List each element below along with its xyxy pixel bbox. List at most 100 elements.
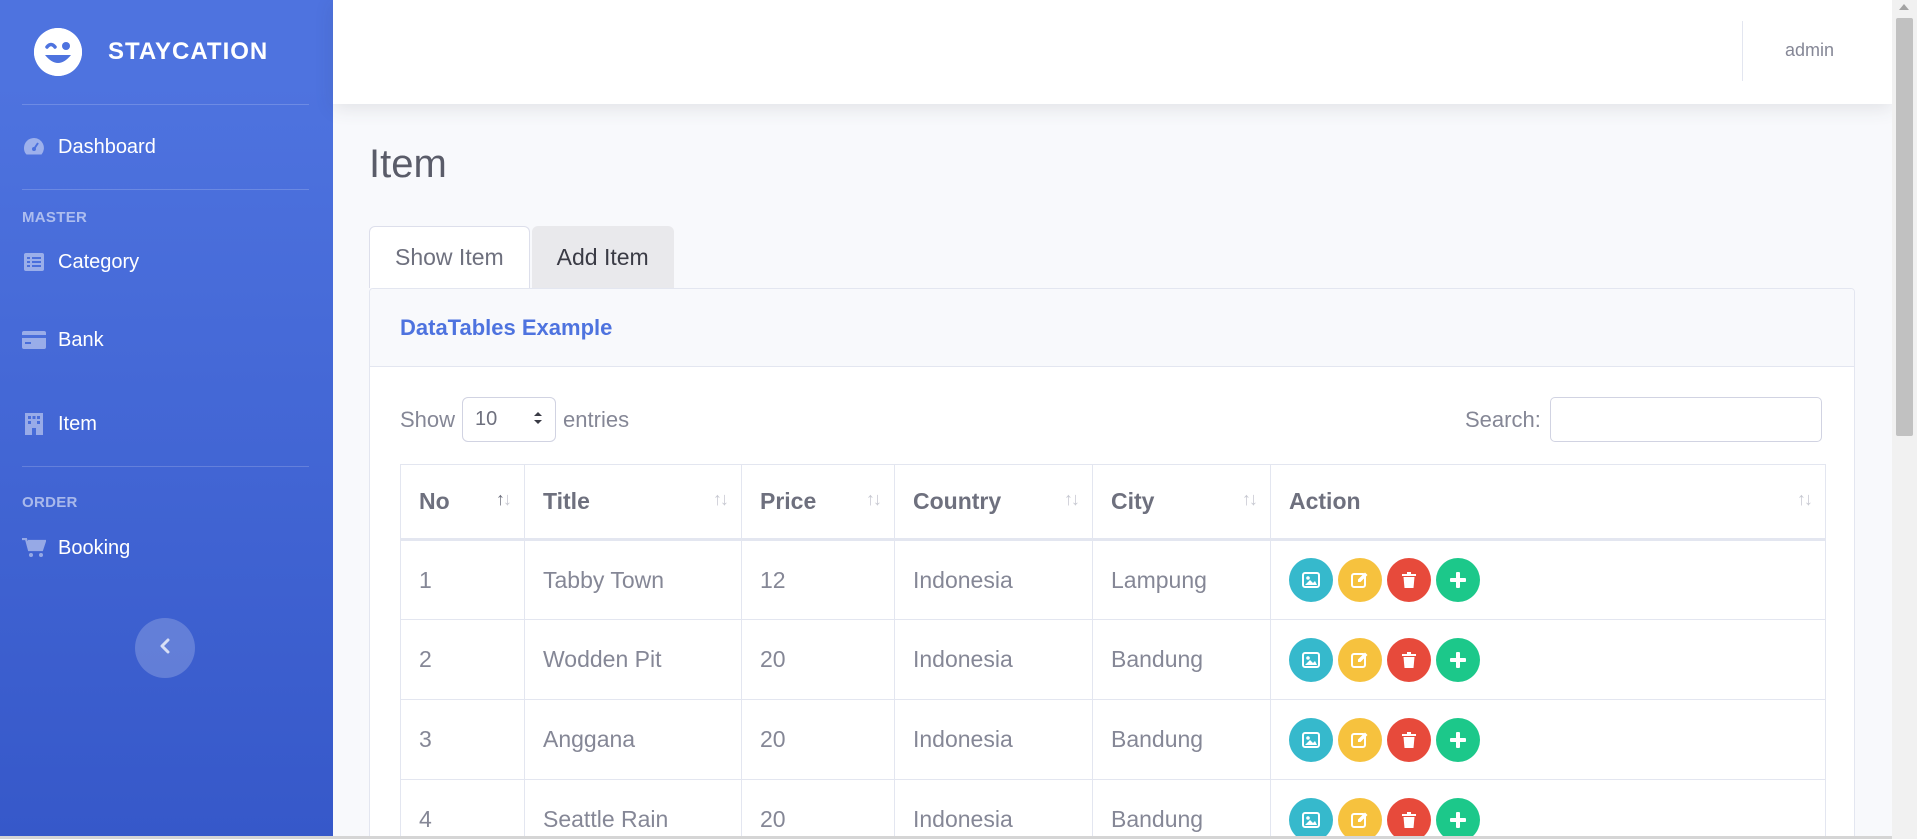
sort-icon: ↑↓ (713, 489, 729, 509)
trash-icon (1402, 731, 1416, 748)
column-label: Action (1289, 488, 1361, 514)
cell-no: 4 (400, 779, 525, 839)
image-icon (1302, 651, 1320, 668)
trash-icon (1402, 651, 1416, 668)
column-header-price[interactable]: Price ↑↓ (741, 464, 895, 541)
add-button[interactable] (1436, 717, 1480, 762)
sidebar-heading-wrap: MASTER (0, 190, 333, 226)
page-scrollbar[interactable] (1892, 0, 1917, 839)
user-menu[interactable]: admin (1785, 40, 1834, 61)
delete-button[interactable] (1387, 717, 1431, 762)
building-icon (22, 412, 46, 436)
view-image-button[interactable] (1289, 797, 1333, 839)
sort-icon: ↑↓ (866, 489, 882, 509)
cell-action (1270, 619, 1826, 700)
action-group (1289, 797, 1825, 839)
sidebar-heading-master: MASTER (22, 209, 88, 226)
sort-icon: ↑↓ (1064, 489, 1080, 509)
cell-city: Bandung (1092, 619, 1271, 700)
view-image-button[interactable] (1289, 717, 1333, 762)
sidebar-item-category[interactable]: Category (0, 226, 333, 298)
edit-button[interactable] (1338, 637, 1382, 682)
sidebar-heading-order: ORDER (22, 494, 78, 511)
entries-value: 10 (475, 408, 498, 430)
cell-price: 20 (741, 699, 895, 780)
cell-city: Lampung (1092, 539, 1271, 620)
action-group (1289, 558, 1825, 602)
sidebar-item-label: Category (58, 250, 140, 273)
edit-button[interactable] (1338, 558, 1382, 602)
image-icon (1302, 572, 1320, 588)
cell-no: 2 (400, 619, 525, 700)
datatable-card: DataTables Example Show 10 entries Searc… (369, 288, 1855, 839)
plus-icon (1450, 731, 1466, 748)
column-label: No (419, 488, 450, 514)
edit-button[interactable] (1338, 717, 1382, 762)
view-image-button[interactable] (1289, 558, 1333, 602)
sort-select-icon (533, 408, 543, 431)
delete-button[interactable] (1387, 797, 1431, 839)
column-header-city[interactable]: City ↑↓ (1092, 464, 1271, 541)
sort-icon: ↑↓ (1797, 489, 1813, 509)
sidebar-item-bank[interactable]: Bank (0, 298, 333, 382)
entries-select[interactable]: 10 (462, 397, 557, 442)
column-header-title[interactable]: Title ↑↓ (524, 464, 742, 541)
cell-no: 3 (400, 699, 525, 780)
column-label: Country (913, 488, 1002, 514)
laugh-wink-icon (34, 28, 82, 76)
column-header-no[interactable]: No ↑↓ (400, 464, 525, 541)
sort-icon: ↑↓ (496, 489, 512, 509)
card-header: DataTables Example (370, 289, 1854, 367)
image-icon (1302, 811, 1320, 828)
trash-icon (1402, 811, 1416, 828)
card-title: DataTables Example (400, 314, 613, 340)
delete-button[interactable] (1387, 558, 1431, 602)
sidebar: STAYCATION Dashboard MASTER Category Ban… (0, 0, 333, 839)
sidebar-item-booking[interactable]: Booking (0, 511, 333, 585)
trash-icon (1402, 572, 1416, 588)
plus-icon (1450, 572, 1466, 588)
sidebar-item-dashboard[interactable]: Dashboard (0, 105, 333, 189)
plus-icon (1450, 651, 1466, 668)
cell-title: Tabby Town (524, 539, 742, 620)
sidebar-item-item[interactable]: Item (0, 382, 333, 466)
topbar: admin (333, 0, 1892, 104)
page-title: Item (369, 142, 447, 186)
cell-action (1270, 699, 1826, 780)
cell-price: 20 (741, 779, 895, 839)
cell-price: 20 (741, 619, 895, 700)
table-row: 1 Tabby Town 12 Indonesia Lampung (400, 539, 1826, 620)
shopping-cart-icon (22, 536, 46, 560)
image-icon (1302, 731, 1320, 748)
credit-card-icon (22, 328, 46, 352)
brand-name: STAYCATION (108, 38, 269, 65)
cell-country: Indonesia (894, 699, 1093, 780)
table-row: 2 Wodden Pit 20 Indonesia Bandung (400, 619, 1826, 700)
view-image-button[interactable] (1289, 637, 1333, 682)
sidebar-item-label: Bank (58, 328, 104, 351)
sidebar-item-label: Item (58, 412, 97, 435)
sidebar-toggle-button[interactable] (135, 618, 195, 678)
edit-button[interactable] (1338, 797, 1382, 839)
scroll-up-arrow-icon[interactable] (1899, 4, 1909, 10)
tab-show-item[interactable]: Show Item (369, 226, 530, 288)
column-label: Title (543, 488, 590, 514)
table-row: 3 Anggana 20 Indonesia Bandung (400, 699, 1826, 780)
cell-title: Wodden Pit (524, 619, 742, 700)
add-button[interactable] (1436, 637, 1480, 682)
cell-city: Bandung (1092, 779, 1271, 839)
delete-button[interactable] (1387, 637, 1431, 682)
column-header-action[interactable]: Action ↑↓ (1270, 464, 1826, 541)
cell-action (1270, 779, 1826, 839)
add-button[interactable] (1436, 558, 1480, 602)
edit-icon (1351, 731, 1369, 749)
brand[interactable]: STAYCATION (0, 0, 333, 104)
search-input[interactable] (1549, 397, 1822, 442)
add-button[interactable] (1436, 797, 1480, 839)
tab-add-item[interactable]: Add Item (531, 226, 674, 288)
sidebar-heading-wrap: ORDER (0, 467, 333, 511)
column-header-country[interactable]: Country ↑↓ (894, 464, 1093, 541)
list-icon (22, 250, 46, 274)
search-label: Search: (1465, 406, 1541, 432)
scroll-thumb[interactable] (1896, 18, 1913, 436)
